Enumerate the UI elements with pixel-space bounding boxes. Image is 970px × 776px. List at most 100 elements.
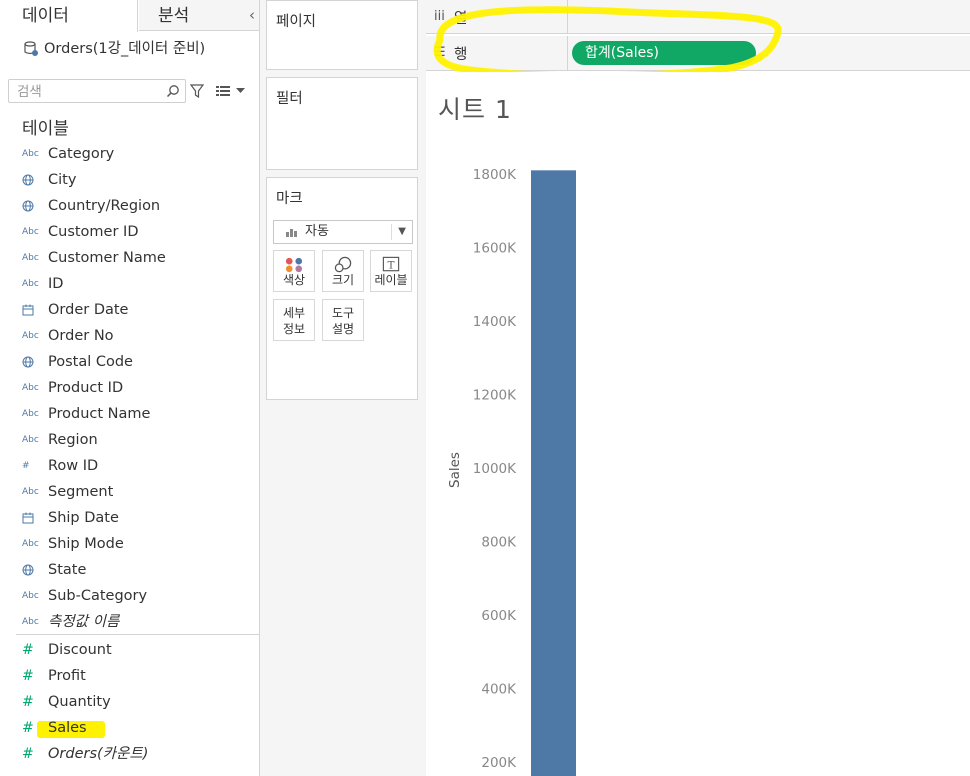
globe-icon — [22, 557, 40, 583]
field-name: Order Date — [48, 302, 129, 318]
worksheet-view: 시트 1 200K 400K 600K 800K 1000K 1200K 1400K 1600… — [426, 72, 970, 776]
y-tick-label: 1400K — [473, 314, 517, 330]
tab-data[interactable]: 데이터 — [0, 0, 138, 32]
field-name: Sales — [48, 720, 87, 736]
field-item[interactable]: # Quantity — [0, 689, 259, 715]
sales-sum-pill[interactable]: 합계(Sales) — [572, 41, 756, 65]
field-item[interactable]: Abc Product ID — [0, 375, 259, 401]
field-item[interactable]: # Orders(카운트) — [0, 741, 259, 767]
field-item[interactable]: Abc Segment — [0, 479, 259, 505]
sales-bar[interactable] — [531, 170, 576, 776]
abc-type-icon: Abc — [22, 149, 39, 159]
field-name: City — [48, 172, 77, 188]
data-pane: 데이터 분석 ‹ Orders(1강_데이터 준비) 테이블 Abc Catego… — [0, 0, 260, 776]
dimension-measure-divider — [16, 634, 259, 635]
rows-icon: ☰ — [434, 45, 446, 60]
field-item[interactable]: Ship Date — [0, 505, 259, 531]
abc-type-icon: Abc — [22, 591, 39, 601]
columns-shelf-label-area: iii 열 — [426, 0, 568, 33]
field-name: Category — [48, 146, 115, 162]
field-name: Postal Code — [48, 354, 133, 370]
field-item[interactable]: Abc Customer Name — [0, 245, 259, 271]
field-item[interactable]: Order Date — [0, 297, 259, 323]
field-name: Quantity — [48, 694, 111, 710]
field-name: 측정값 이름 — [48, 614, 120, 630]
color-button[interactable]: 색상 — [273, 250, 315, 292]
field-item[interactable]: City — [0, 167, 259, 193]
y-tick-label: 600K — [481, 608, 517, 624]
search-input[interactable] — [9, 80, 169, 104]
abc-type-icon: Abc — [22, 487, 39, 497]
field-item[interactable]: # Sales — [0, 715, 259, 741]
field-name: Customer ID — [48, 224, 139, 240]
field-item[interactable]: Abc Customer ID — [0, 219, 259, 245]
datasource-name: Orders(1강_데이터 준비) — [44, 41, 206, 57]
search-icon[interactable] — [166, 84, 180, 98]
list-view-icon[interactable] — [216, 85, 230, 97]
size-label: 크기 — [331, 273, 355, 287]
field-name: Country/Region — [48, 198, 161, 214]
svg-text:T: T — [388, 259, 395, 271]
field-item[interactable]: Postal Code — [0, 349, 259, 375]
field-item[interactable]: Abc Sub-Category — [0, 583, 259, 609]
y-tick-label: 800K — [481, 535, 517, 551]
filter-icon[interactable] — [190, 84, 204, 98]
marks-card: 마크 자동 ▼ 색상 크기 T 레이블 세부 정보 도구 설명 — [266, 177, 418, 400]
tab-analysis-label: 분석 — [158, 6, 190, 26]
mark-type-select[interactable]: 자동 ▼ — [273, 220, 413, 244]
datasource-item[interactable]: Orders(1강_데이터 준비) — [0, 37, 259, 61]
abc-type-icon: Abc — [22, 409, 39, 419]
field-item[interactable]: Abc ID — [0, 271, 259, 297]
field-item[interactable]: State — [0, 557, 259, 583]
field-item[interactable]: Abc Region — [0, 427, 259, 453]
globe-icon — [22, 193, 40, 219]
detail-button[interactable]: 세부 정보 — [273, 299, 315, 341]
field-name: Order No — [48, 328, 114, 344]
calendar-icon — [22, 297, 40, 323]
abc-type-icon: Abc — [22, 617, 39, 627]
bar-chart-icon — [286, 229, 297, 237]
label-label: 레이블 — [374, 273, 408, 287]
field-item[interactable]: Abc 측정값 이름 — [0, 609, 259, 635]
tables-heading: 테이블 — [22, 119, 69, 139]
field-item[interactable]: # Discount — [0, 637, 259, 663]
y-tick-label: 1800K — [473, 167, 517, 183]
field-item[interactable]: Abc Product Name — [0, 401, 259, 427]
field-item[interactable]: Country/Region — [0, 193, 259, 219]
field-name: Ship Date — [48, 510, 119, 526]
filters-card[interactable]: 필터 — [266, 77, 418, 170]
field-name: Discount — [48, 642, 112, 658]
field-item[interactable]: Abc Order No — [0, 323, 259, 349]
abc-type-icon: Abc — [22, 331, 39, 341]
select-divider — [391, 224, 392, 240]
columns-label: 열 — [454, 11, 468, 27]
pages-card[interactable]: 페이지 — [266, 0, 418, 70]
columns-shelf[interactable]: iii 열 — [426, 0, 970, 34]
abc-type-icon: Abc — [22, 227, 39, 237]
field-name: Sub-Category — [48, 588, 148, 604]
rows-shelf-label-area: ☰ 행 — [426, 36, 568, 70]
field-name: ID — [48, 276, 64, 292]
field-name: Orders(카운트) — [48, 746, 149, 762]
tab-analysis[interactable]: 분석 ‹ — [139, 0, 259, 31]
pane-tabs: 데이터 분석 ‹ — [0, 0, 259, 32]
field-item[interactable]: Abc Ship Mode — [0, 531, 259, 557]
number-type-icon: # — [22, 746, 34, 762]
pages-card-title: 페이지 — [276, 14, 317, 30]
field-name: Row ID — [48, 458, 99, 474]
field-name: Region — [48, 432, 98, 448]
mark-type-value: 자동 — [305, 224, 329, 239]
chevron-down-icon[interactable] — [236, 86, 245, 95]
field-item[interactable]: Abc Category — [0, 141, 259, 167]
field-name: Ship Mode — [48, 536, 124, 552]
field-item[interactable]: # Profit — [0, 663, 259, 689]
size-button[interactable]: 크기 — [322, 250, 364, 292]
tooltip-button[interactable]: 도구 설명 — [322, 299, 364, 341]
cards-pane: 페이지 필터 마크 자동 ▼ 색상 크기 T 레이블 세부 정보 도구 설명 — [260, 0, 426, 776]
field-search[interactable] — [8, 79, 186, 104]
field-name: State — [48, 562, 87, 578]
field-item[interactable]: # Row ID — [0, 453, 259, 479]
label-button[interactable]: T 레이블 — [370, 250, 412, 292]
collapse-chevron-icon[interactable]: ‹ — [249, 0, 255, 30]
marks-card-title: 마크 — [276, 191, 303, 207]
